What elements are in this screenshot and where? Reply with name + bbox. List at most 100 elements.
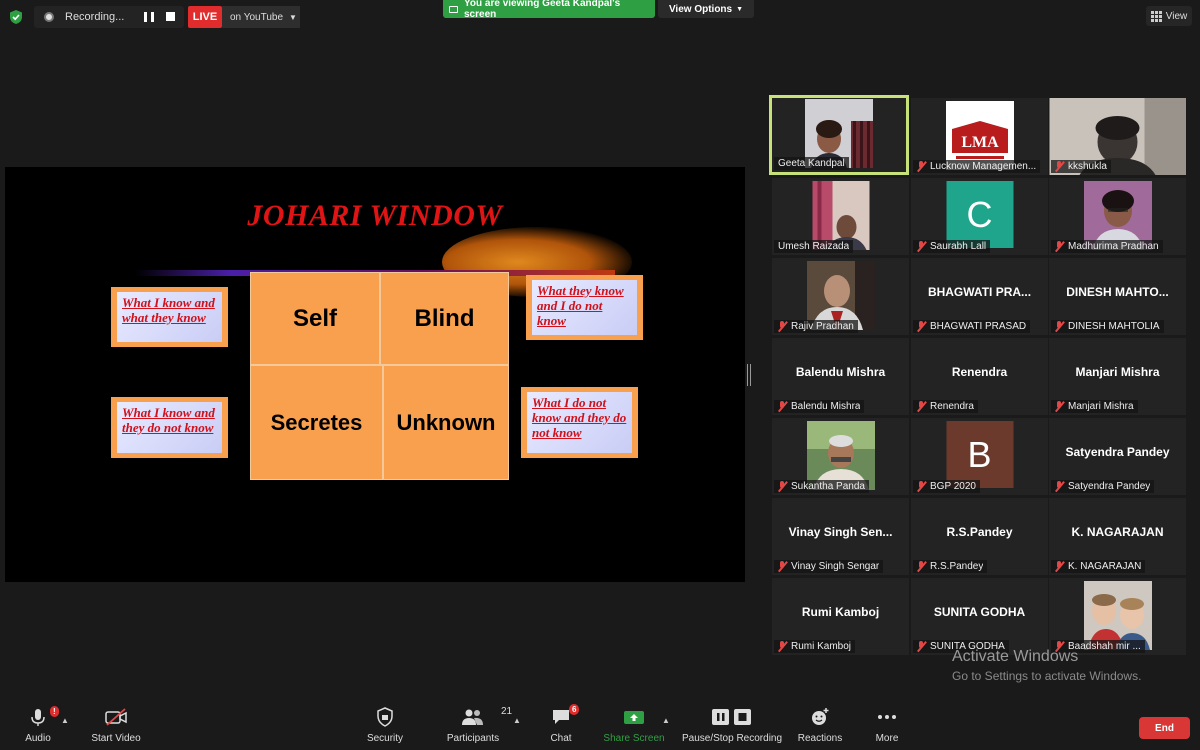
participant-display-name: Rumi Kamboj — [801, 605, 880, 619]
note-text: What they know and I do not know — [532, 280, 637, 335]
shield-icon — [376, 706, 394, 728]
watermark-subtitle: Go to Settings to activate Windows. — [952, 669, 1142, 683]
participants-button[interactable]: 21 Participants — [445, 706, 512, 748]
participant-display-name: DINESH MAHTO... — [1066, 285, 1169, 299]
note-top-right: What they know and I do not know — [526, 275, 643, 340]
participant-tile[interactable]: C Saurabh Lall — [911, 178, 1048, 255]
mic-muted-icon — [917, 401, 926, 412]
live-stream-dropdown[interactable]: on YouTube ▼ — [222, 6, 300, 28]
participant-name: Satyendra Pandey — [1051, 480, 1155, 493]
end-meeting-button[interactable]: End — [1139, 717, 1190, 739]
participants-options-chevron-icon[interactable]: ▲ — [513, 716, 521, 725]
participant-tile[interactable]: Vinay Singh Sen... Vinay Singh Sengar — [772, 498, 909, 575]
start-video-button[interactable]: Start Video — [88, 706, 144, 748]
participant-tile[interactable]: Satyendra Pandey Satyendra Pandey — [1049, 418, 1186, 495]
participant-name: Lucknow Managemen... — [913, 160, 1041, 173]
screen-share-icon — [449, 5, 458, 13]
participant-tile[interactable]: LMA Lucknow Managemen... — [911, 98, 1048, 175]
start-video-label: Start Video — [91, 733, 141, 744]
participant-display-name: SUNITA GODHA — [933, 605, 1026, 619]
windows-activation-watermark: Activate Windows Go to Settings to activ… — [952, 648, 1141, 683]
mic-muted-icon — [1055, 401, 1064, 412]
avatar: B — [946, 421, 1013, 488]
viewing-screen-text: You are viewing Geeta Kandpal's screen — [464, 0, 621, 20]
share-screen-label: Share Screen — [603, 733, 665, 744]
logo-text: LMA — [961, 134, 999, 151]
audio-button[interactable]: ! Audio — [18, 706, 59, 748]
slide-title: JOHARI WINDOW — [247, 199, 503, 232]
participant-tile[interactable]: Madhurima Pradhan — [1049, 178, 1186, 255]
participant-tile[interactable]: SUNITA GODHA SUNITA GODHA — [911, 578, 1048, 655]
participant-tile[interactable]: K. NAGARAJAN K. NAGARAJAN — [1049, 498, 1186, 575]
pause-stop-recording-button[interactable]: Pause/Stop Recording — [682, 706, 782, 748]
audio-options-chevron-icon[interactable]: ▲ — [61, 716, 69, 725]
chevron-down-icon: ▼ — [736, 5, 744, 13]
view-button[interactable]: View — [1146, 6, 1192, 26]
participant-display-name: K. NAGARAJAN — [1071, 525, 1164, 539]
live-target-label: on YouTube — [230, 11, 284, 23]
more-button[interactable]: More — [872, 706, 902, 748]
grid-view-icon — [1150, 10, 1162, 22]
participant-tile[interactable]: B BGP 2020 — [911, 418, 1048, 495]
quadrant-self: Self — [250, 272, 380, 365]
mic-muted-icon — [917, 321, 926, 332]
quadrant-secretes: Secretes — [250, 365, 383, 480]
participant-display-name: Balendu Mishra — [795, 365, 886, 379]
mic-muted-icon — [778, 561, 787, 572]
participant-tile[interactable]: Umesh Raizada — [772, 178, 909, 255]
share-screen-button[interactable]: Share Screen — [603, 706, 665, 748]
security-button[interactable]: Security — [363, 706, 407, 748]
mic-muted-icon — [1055, 161, 1064, 172]
chat-button[interactable]: 6 Chat — [545, 704, 580, 748]
mic-muted-icon — [778, 321, 787, 332]
participant-name: kkshukla — [1051, 160, 1111, 173]
participant-tile[interactable]: Rumi Kamboj Rumi Kamboj — [772, 578, 909, 655]
security-shield-icon[interactable] — [8, 9, 24, 25]
participant-name: Saurabh Lall — [913, 240, 991, 253]
quadrant-unknown: Unknown — [383, 365, 509, 480]
note-text: What I know and they do not know — [117, 402, 222, 453]
mic-muted-icon — [917, 481, 926, 492]
recording-control-label: Pause/Stop Recording — [681, 733, 783, 744]
mic-muted-icon — [1055, 241, 1064, 252]
participant-name: Umesh Raizada — [774, 240, 854, 253]
recording-dot-icon — [44, 12, 54, 22]
mic-muted-icon — [917, 641, 926, 652]
participant-tile[interactable]: kkshukla — [1049, 98, 1186, 175]
participant-display-name: Vinay Singh Sen... — [788, 525, 893, 539]
participant-tile[interactable]: Sukantha Panda — [772, 418, 909, 495]
share-screen-options-chevron-icon[interactable]: ▲ — [662, 716, 670, 725]
audio-alert-badge: ! — [50, 706, 59, 717]
participant-display-name: Manjari Mishra — [1075, 365, 1160, 379]
avatar: C — [946, 181, 1013, 248]
participant-tile[interactable]: Balendu Mishra Balendu Mishra — [772, 338, 909, 415]
emoji-icon — [810, 706, 830, 728]
participant-name: Sukantha Panda — [774, 480, 869, 493]
security-label: Security — [366, 733, 404, 744]
more-label: More — [875, 733, 899, 744]
participant-display-name: R.S.Pandey — [946, 525, 1013, 539]
participant-tile[interactable]: Geeta Kandpal — [769, 95, 909, 175]
mic-muted-icon — [917, 241, 926, 252]
pause-recording-icon[interactable] — [144, 12, 154, 22]
view-options-button[interactable]: View Options ▼ — [658, 0, 754, 18]
participant-name: Madhurima Pradhan — [1051, 240, 1163, 253]
participant-tile[interactable]: DINESH MAHTO... DINESH MAHTOLIA — [1049, 258, 1186, 335]
microphone-icon: ! — [30, 706, 59, 728]
reactions-button[interactable]: Reactions — [797, 706, 843, 748]
live-badge: LIVE — [188, 6, 222, 28]
audio-label: Audio — [25, 733, 51, 744]
participant-name: BHAGWATI PRASAD — [913, 320, 1031, 333]
video-off-icon — [104, 706, 128, 728]
participant-tile[interactable]: R.S.Pandey R.S.Pandey — [911, 498, 1048, 575]
view-label: View — [1165, 10, 1188, 22]
chat-label: Chat — [550, 733, 572, 744]
stop-recording-icon[interactable] — [166, 12, 175, 21]
participant-tile[interactable]: BHAGWATI PRA... BHAGWATI PRASAD — [911, 258, 1048, 335]
resize-handle[interactable] — [747, 364, 751, 386]
participant-name: Balendu Mishra — [774, 400, 865, 413]
participant-tile[interactable]: Renendra Renendra — [911, 338, 1048, 415]
participant-tile[interactable]: Rajiv Pradhan — [772, 258, 909, 335]
participant-tile[interactable]: Baadshah mir ... — [1049, 578, 1186, 655]
participant-tile[interactable]: Manjari Mishra Manjari Mishra — [1049, 338, 1186, 415]
